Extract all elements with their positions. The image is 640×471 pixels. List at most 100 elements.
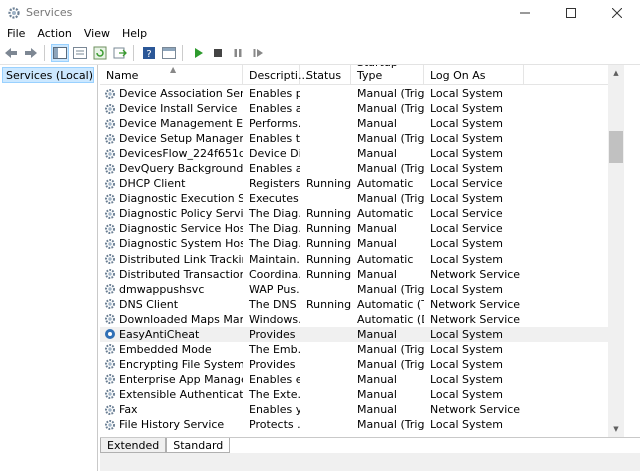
- refresh-button[interactable]: [91, 44, 109, 62]
- service-gear-icon: [105, 404, 115, 415]
- service-name-text: DNS Client: [119, 297, 179, 311]
- column-header-status[interactable]: Status: [300, 65, 351, 85]
- table-row[interactable]: Diagnostic System Host The Diag... Running…: [100, 236, 624, 251]
- cell-name: Device Install Service: [100, 101, 243, 116]
- menu-action[interactable]: Action: [32, 27, 76, 40]
- table-row[interactable]: Distributed Link Tracking Cl... Maintain.…: [100, 252, 624, 267]
- cell-description: The Emb...: [249, 342, 300, 356]
- cell-description: The Diag...: [249, 222, 300, 236]
- table-row[interactable]: DevQuery Background Disc... Enables a... M…: [100, 161, 624, 176]
- services-list-pane: ▲ Name Descripti... Status Startup Type …: [100, 65, 640, 471]
- window-title: Services: [26, 6, 73, 19]
- scrollbar-thumb[interactable]: [609, 131, 623, 163]
- table-row[interactable]: Diagnostic Policy Service The Diag... Runn…: [100, 206, 624, 221]
- cell-log-on-as: Local System: [430, 252, 504, 266]
- table-row[interactable]: Distributed Transaction Coo... Coordina..…: [100, 267, 624, 282]
- cell-startup-type: Manual (Trig...: [357, 342, 424, 356]
- back-arrow-icon: [5, 47, 17, 58]
- show-hide-console-tree-button[interactable]: [51, 43, 69, 62]
- tab-extended[interactable]: Extended: [100, 438, 167, 453]
- service-name-text: EasyAntiCheat: [119, 327, 200, 341]
- cell-status: Running: [306, 207, 351, 221]
- service-name-text: Diagnostic Service Host: [119, 222, 243, 236]
- cell-name: EasyAntiCheat: [100, 327, 243, 342]
- table-row[interactable]: Embedded Mode The Emb... Manual (Trig... Lo…: [100, 342, 624, 357]
- table-row[interactable]: Device Association Service Enables p... Ma…: [100, 86, 624, 101]
- service-gear-icon: [105, 163, 115, 174]
- cell-log-on-as: Network Service: [430, 403, 521, 416]
- cell-name: DevQuery Background Disc...: [100, 161, 243, 176]
- menu-help[interactable]: Help: [117, 27, 152, 40]
- table-row[interactable]: Device Management Enroll... Performs... Ma…: [100, 116, 624, 131]
- menu-file[interactable]: File: [2, 27, 30, 40]
- table-row[interactable]: Diagnostic Service Host The Diag... Runnin…: [100, 221, 624, 236]
- export-list-button[interactable]: [111, 44, 129, 62]
- tree-item-services-local[interactable]: Services (Local): [2, 67, 94, 83]
- table-row[interactable]: Device Setup Manager Enables t... Manual (…: [100, 131, 624, 146]
- service-gear-icon: [105, 193, 115, 204]
- cell-log-on-as: Local System: [430, 372, 504, 386]
- restart-service-button[interactable]: [249, 44, 267, 62]
- vertical-scrollbar[interactable]: ▲ ▼: [608, 65, 624, 437]
- stop-service-button[interactable]: [209, 44, 227, 62]
- maximize-button[interactable]: [548, 0, 594, 25]
- cell-startup-type: Manual (Trig...: [357, 357, 424, 371]
- service-gear-icon: [105, 118, 115, 129]
- cell-name: Distributed Link Tracking Cl...: [100, 252, 243, 267]
- service-name-text: Diagnostic System Host: [119, 237, 243, 251]
- pause-service-button[interactable]: [229, 44, 247, 62]
- cell-log-on-as: Local Service: [430, 222, 503, 236]
- service-gear-icon: [105, 208, 115, 219]
- properties-list-button[interactable]: [71, 44, 89, 62]
- cell-log-on-as: Local System: [430, 327, 504, 341]
- table-row[interactable]: dmwappushsvc WAP Pus... Manual (Trig... Loc…: [100, 282, 624, 297]
- table-row[interactable]: Encrypting File System (EFS) Provides ...…: [100, 357, 624, 372]
- cell-description: The DNS ...: [249, 297, 300, 311]
- help-button[interactable]: ?: [140, 44, 158, 62]
- cell-startup-type: Manual (Trig...: [357, 132, 424, 146]
- cell-name: Encrypting File System (EFS): [100, 357, 243, 372]
- column-header-log-on-as[interactable]: Log On As: [424, 65, 524, 85]
- service-name-text: dmwappushsvc: [119, 282, 205, 296]
- column-header-startup-type[interactable]: Startup Type: [351, 65, 424, 85]
- minimize-button[interactable]: [502, 0, 548, 25]
- table-row[interactable]: DNS Client The DNS ... Running Automatic (T…: [100, 297, 624, 312]
- start-service-button[interactable]: [189, 44, 207, 62]
- table-row[interactable]: Downloaded Maps Manager Windows... Automat…: [100, 312, 624, 327]
- svg-text:?: ?: [146, 49, 151, 60]
- cell-status: Running: [306, 222, 351, 236]
- table-row[interactable]: Enterprise App Managemen... Enables e... M…: [100, 372, 624, 387]
- service-name-text: Extensible Authentication P...: [119, 387, 243, 401]
- table-row[interactable]: Fax Enables y... Manual Network Service: [100, 402, 624, 417]
- column-header-description[interactable]: Descripti...: [243, 65, 308, 85]
- cell-log-on-as: Local System: [430, 132, 504, 146]
- service-name-text: Fax: [119, 403, 138, 416]
- scroll-up-arrow-icon[interactable]: ▲: [608, 65, 624, 81]
- column-header-label: Name: [106, 69, 139, 82]
- table-row[interactable]: File History Service Protects ... Manual (…: [100, 417, 624, 432]
- column-header-name[interactable]: ▲ Name: [100, 65, 243, 85]
- cell-description: The Exte...: [249, 387, 300, 401]
- back-button[interactable]: [2, 44, 20, 62]
- cell-log-on-as: Local System: [430, 192, 504, 206]
- service-name-text: Encrypting File System (EFS): [119, 357, 243, 371]
- table-row[interactable]: Extensible Authentication P... The Exte..…: [100, 387, 624, 402]
- table-row[interactable]: DHCP Client Registers ... Running Automatic…: [100, 176, 624, 191]
- table-row[interactable]: DevicesFlow_224f651d Device Di... Manual Lo…: [100, 146, 624, 161]
- close-button[interactable]: [594, 0, 640, 25]
- cell-name: Fax: [100, 402, 243, 417]
- forward-button[interactable]: [22, 44, 40, 62]
- table-row[interactable]: Device Install Service Enables a... Manual…: [100, 101, 624, 116]
- cell-log-on-as: Local System: [430, 87, 504, 101]
- show-pane-button[interactable]: [160, 44, 178, 62]
- menu-view[interactable]: View: [79, 27, 115, 40]
- list-icon: [73, 46, 87, 59]
- table-row[interactable]: Diagnostic Execution Service Executes ...…: [100, 191, 624, 206]
- table-row[interactable]: EasyAntiCheat Provides ... Manual Local Sys…: [100, 326, 624, 342]
- cell-name: Extensible Authentication P...: [100, 387, 243, 402]
- service-name-text: Distributed Link Tracking Cl...: [119, 252, 243, 266]
- service-gear-icon: [105, 299, 115, 310]
- tab-standard[interactable]: Standard: [166, 438, 231, 453]
- scroll-down-arrow-icon[interactable]: ▼: [608, 421, 624, 437]
- cell-log-on-as: Network Service: [430, 297, 521, 311]
